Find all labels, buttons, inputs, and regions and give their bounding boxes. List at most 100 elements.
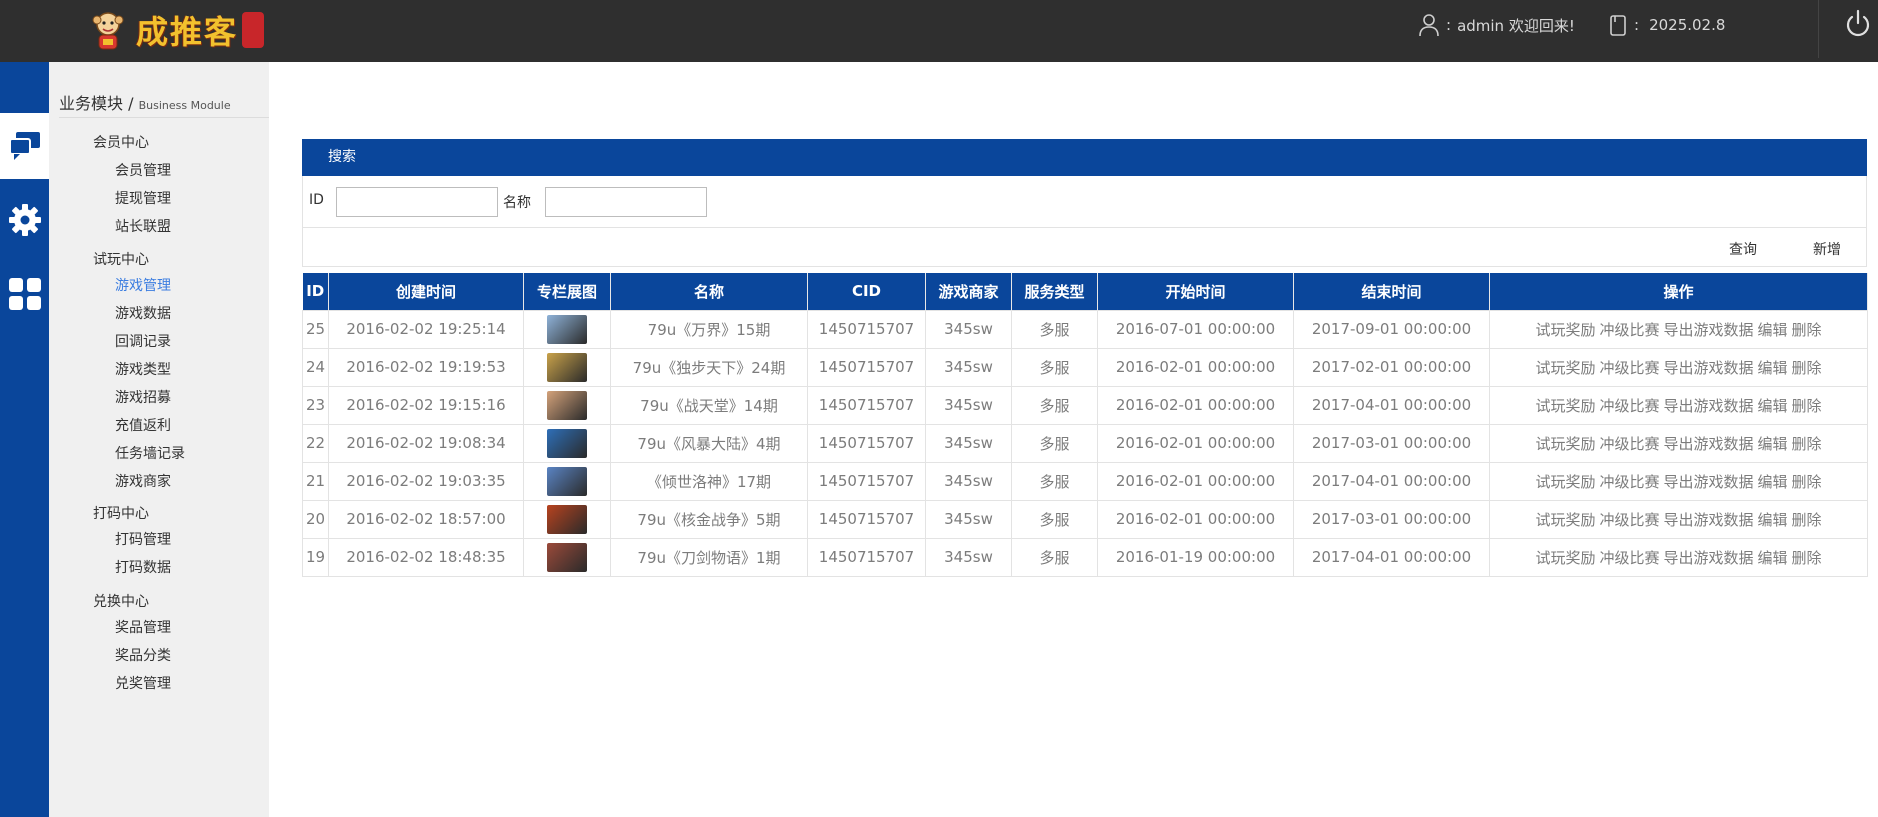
delete-link[interactable]: 删除 <box>1792 359 1822 377</box>
group-title-member[interactable]: 会员中心 <box>93 132 149 152</box>
cell-id: 25 <box>302 309 329 349</box>
sidebar-title: 业务模块 / Business Module <box>59 90 269 118</box>
query-button[interactable]: 查询 <box>1729 239 1757 259</box>
trial-reward-link[interactable]: 试玩奖励 <box>1535 435 1595 453</box>
sidebar-item-withdraw-manage[interactable]: 提现管理 <box>115 188 171 208</box>
edit-link[interactable]: 编辑 <box>1758 359 1788 377</box>
rail-apps[interactable] <box>0 261 49 327</box>
trial-reward-link[interactable]: 试玩奖励 <box>1535 511 1595 529</box>
col-header-cid: CID <box>807 273 926 310</box>
sidebar-item-game-manage[interactable]: 游戏管理 <box>115 275 171 295</box>
sidebar-item-game-recruit[interactable]: 游戏招募 <box>115 387 171 407</box>
sidebar-item-redeem-manage[interactable]: 兑奖管理 <box>115 673 171 693</box>
trial-reward-link[interactable]: 试玩奖励 <box>1535 321 1595 339</box>
trial-reward-link[interactable]: 试玩奖励 <box>1535 549 1595 567</box>
game-thumbnail <box>547 352 587 382</box>
calendar-icon <box>1610 15 1626 36</box>
table-row: 25 2016-02-02 19:25:14 79u《万界》15期 145071570… <box>302 309 1868 349</box>
col-header-ops: 操作 <box>1489 273 1868 310</box>
export-data-link[interactable]: 导出游戏数据 <box>1663 397 1753 415</box>
cell-service: 多服 <box>1011 423 1098 463</box>
delete-link[interactable]: 删除 <box>1792 397 1822 415</box>
delete-link[interactable]: 删除 <box>1792 511 1822 529</box>
edit-link[interactable]: 编辑 <box>1758 511 1788 529</box>
edit-link[interactable]: 编辑 <box>1758 549 1788 567</box>
logo[interactable]: 成推客 <box>86 2 265 58</box>
logo-text: 成推客 <box>136 13 239 51</box>
level-race-link[interactable]: 冲级比赛 <box>1599 511 1659 529</box>
sidebar-item-game-merchant[interactable]: 游戏商家 <box>115 471 171 491</box>
cell-start: 2016-02-01 00:00:00 <box>1097 385 1294 425</box>
export-data-link[interactable]: 导出游戏数据 <box>1663 549 1753 567</box>
export-data-link[interactable]: 导出游戏数据 <box>1663 473 1753 491</box>
sidebar-item-callback-log[interactable]: 回调记录 <box>115 331 171 351</box>
cell-thumb <box>523 423 611 463</box>
cell-cid: 1450715707 <box>807 537 926 577</box>
edit-link[interactable]: 编辑 <box>1758 435 1788 453</box>
level-race-link[interactable]: 冲级比赛 <box>1599 549 1659 567</box>
sidebar-item-webmaster-alliance[interactable]: 站长联盟 <box>115 216 171 236</box>
cell-service: 多服 <box>1011 309 1098 349</box>
cell-service: 多服 <box>1011 461 1098 501</box>
export-data-link[interactable]: 导出游戏数据 <box>1663 511 1753 529</box>
sidebar-item-recharge-rebate[interactable]: 充值返利 <box>115 415 171 435</box>
welcome-text: admin 欢迎回来! <box>1457 16 1575 35</box>
cell-created: 2016-02-02 19:15:16 <box>328 385 524 425</box>
date-colon: : <box>1634 16 1640 34</box>
trial-reward-link[interactable]: 试玩奖励 <box>1535 359 1595 377</box>
add-button[interactable]: 新增 <box>1813 239 1841 259</box>
id-input[interactable] <box>336 187 498 217</box>
cell-end: 2017-09-01 00:00:00 <box>1293 309 1490 349</box>
sidebar-item-member-manage[interactable]: 会员管理 <box>115 160 171 180</box>
trial-reward-link[interactable]: 试玩奖励 <box>1535 473 1595 491</box>
cell-service: 多服 <box>1011 385 1098 425</box>
cell-start: 2016-02-01 00:00:00 <box>1097 423 1294 463</box>
group-title-captcha[interactable]: 打码中心 <box>93 503 149 523</box>
delete-link[interactable]: 删除 <box>1792 435 1822 453</box>
sidebar-item-game-data[interactable]: 游戏数据 <box>115 303 171 323</box>
cell-end: 2017-03-01 00:00:00 <box>1293 423 1490 463</box>
cell-end: 2017-04-01 00:00:00 <box>1293 537 1490 577</box>
cell-merchant: 345sw <box>925 461 1012 501</box>
export-data-link[interactable]: 导出游戏数据 <box>1663 435 1753 453</box>
level-race-link[interactable]: 冲级比赛 <box>1599 397 1659 415</box>
delete-link[interactable]: 删除 <box>1792 321 1822 339</box>
cell-merchant: 345sw <box>925 537 1012 577</box>
game-thumbnail <box>547 504 587 534</box>
rail-settings[interactable] <box>0 187 49 253</box>
cell-ops: 试玩奖励 冲级比赛 导出游戏数据 编辑 删除 <box>1489 309 1868 349</box>
sidebar-item-taskwall-log[interactable]: 任务墙记录 <box>115 443 185 463</box>
sidebar-item-captcha-manage[interactable]: 打码管理 <box>115 529 171 549</box>
level-race-link[interactable]: 冲级比赛 <box>1599 435 1659 453</box>
cell-merchant: 345sw <box>925 385 1012 425</box>
level-race-link[interactable]: 冲级比赛 <box>1599 473 1659 491</box>
name-input[interactable] <box>545 187 707 217</box>
group-title-trial[interactable]: 试玩中心 <box>93 249 149 269</box>
edit-link[interactable]: 编辑 <box>1758 473 1788 491</box>
export-data-link[interactable]: 导出游戏数据 <box>1663 321 1753 339</box>
game-thumbnail <box>547 542 587 572</box>
cell-ops: 试玩奖励 冲级比赛 导出游戏数据 编辑 删除 <box>1489 347 1868 387</box>
sidebar-item-captcha-data[interactable]: 打码数据 <box>115 557 171 577</box>
export-data-link[interactable]: 导出游戏数据 <box>1663 359 1753 377</box>
cell-id: 22 <box>302 423 329 463</box>
edit-link[interactable]: 编辑 <box>1758 397 1788 415</box>
cell-cid: 1450715707 <box>807 423 926 463</box>
cell-thumb <box>523 537 611 577</box>
trial-reward-link[interactable]: 试玩奖励 <box>1535 397 1595 415</box>
cell-id: 23 <box>302 385 329 425</box>
sidebar-item-prize-category[interactable]: 奖品分类 <box>115 645 171 665</box>
delete-link[interactable]: 删除 <box>1792 549 1822 567</box>
cell-start: 2016-07-01 00:00:00 <box>1097 309 1294 349</box>
cell-service: 多服 <box>1011 537 1098 577</box>
sidebar-item-prize-manage[interactable]: 奖品管理 <box>115 617 171 637</box>
sidebar-item-game-type[interactable]: 游戏类型 <box>115 359 171 379</box>
user-colon: : <box>1446 16 1452 34</box>
level-race-link[interactable]: 冲级比赛 <box>1599 321 1659 339</box>
rail-business-module[interactable] <box>0 113 49 179</box>
edit-link[interactable]: 编辑 <box>1758 321 1788 339</box>
level-race-link[interactable]: 冲级比赛 <box>1599 359 1659 377</box>
delete-link[interactable]: 删除 <box>1792 473 1822 491</box>
power-icon[interactable] <box>1844 9 1872 39</box>
group-title-exchange[interactable]: 兑换中心 <box>93 591 149 611</box>
